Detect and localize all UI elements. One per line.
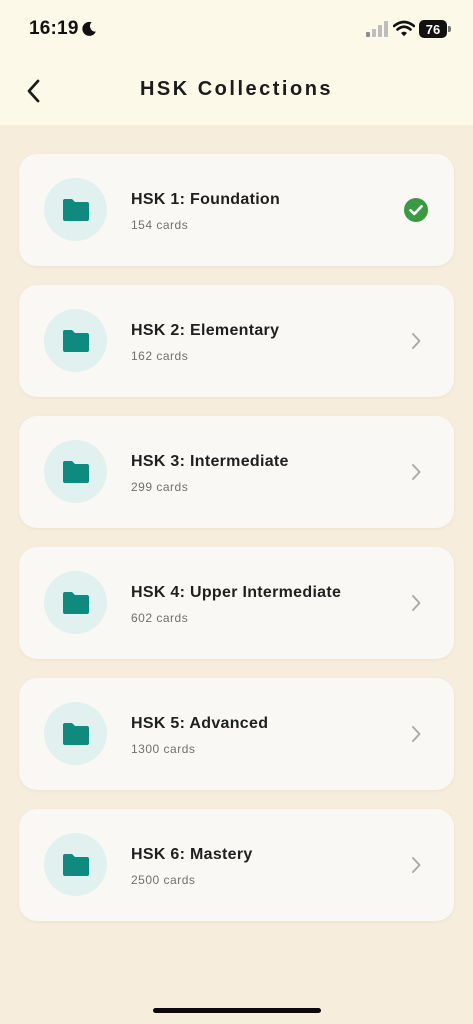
folder-icon-wrap xyxy=(44,702,107,765)
collection-card[interactable]: HSK 3: Intermediate 299 cards xyxy=(19,416,454,528)
page-title: HSK Collections xyxy=(139,78,334,100)
wifi-icon xyxy=(392,20,416,37)
collection-card[interactable]: HSK 4: Upper Intermediate 602 cards xyxy=(19,547,454,659)
folder-icon-wrap xyxy=(44,440,107,503)
chevron-right-icon xyxy=(400,718,432,750)
status-bar: 16:19 76 xyxy=(0,0,473,60)
folder-icon-wrap xyxy=(44,178,107,241)
battery-level: 76 xyxy=(419,20,447,38)
collection-card[interactable]: HSK 6: Mastery 2500 cards xyxy=(19,809,454,921)
collection-card-count: 2500 cards xyxy=(131,873,196,887)
chevron-right-icon xyxy=(400,325,432,357)
home-indicator[interactable] xyxy=(153,1008,321,1013)
chevron-right-icon xyxy=(400,456,432,488)
collection-card-count: 162 cards xyxy=(131,349,189,363)
folder-icon xyxy=(61,722,91,746)
moon-icon xyxy=(81,21,97,37)
collection-card-count: 299 cards xyxy=(131,480,189,494)
collection-title: HSK 4: Upper Intermediate xyxy=(131,584,342,601)
collection-list: HSK 1: Foundation 154 cards HSK 2: Element… xyxy=(19,154,454,940)
chevron-right-icon xyxy=(400,587,432,619)
collection-title: HSK 2: Elementary xyxy=(131,322,280,339)
battery-icon: 76 xyxy=(419,20,453,38)
folder-icon-wrap xyxy=(44,309,107,372)
collection-title: HSK 5: Advanced xyxy=(131,715,269,732)
status-time: 16:19 xyxy=(29,18,79,39)
signal-icon xyxy=(366,21,388,37)
collection-card[interactable]: HSK 1: Foundation 154 cards xyxy=(19,154,454,266)
folder-icon-wrap xyxy=(44,571,107,634)
folder-icon xyxy=(61,198,91,222)
collection-title: HSK 3: Intermediate xyxy=(131,453,289,470)
header-area: 16:19 76 HSK Collections xyxy=(0,0,473,125)
check-circle-icon xyxy=(400,194,432,226)
collection-title: HSK 1: Foundation xyxy=(131,191,281,208)
collection-card-count: 602 cards xyxy=(131,611,189,625)
folder-icon xyxy=(61,591,91,615)
collection-card[interactable]: HSK 5: Advanced 1300 cards xyxy=(19,678,454,790)
collection-title: HSK 6: Mastery xyxy=(131,846,253,863)
collection-card-count: 154 cards xyxy=(131,218,189,232)
folder-icon-wrap xyxy=(44,833,107,896)
battery-tip xyxy=(448,26,451,32)
folder-icon xyxy=(61,329,91,353)
folder-icon xyxy=(61,460,91,484)
chevron-right-icon xyxy=(400,849,432,881)
collection-card-count: 1300 cards xyxy=(131,742,196,756)
folder-icon xyxy=(61,853,91,877)
collection-card[interactable]: HSK 2: Elementary 162 cards xyxy=(19,285,454,397)
